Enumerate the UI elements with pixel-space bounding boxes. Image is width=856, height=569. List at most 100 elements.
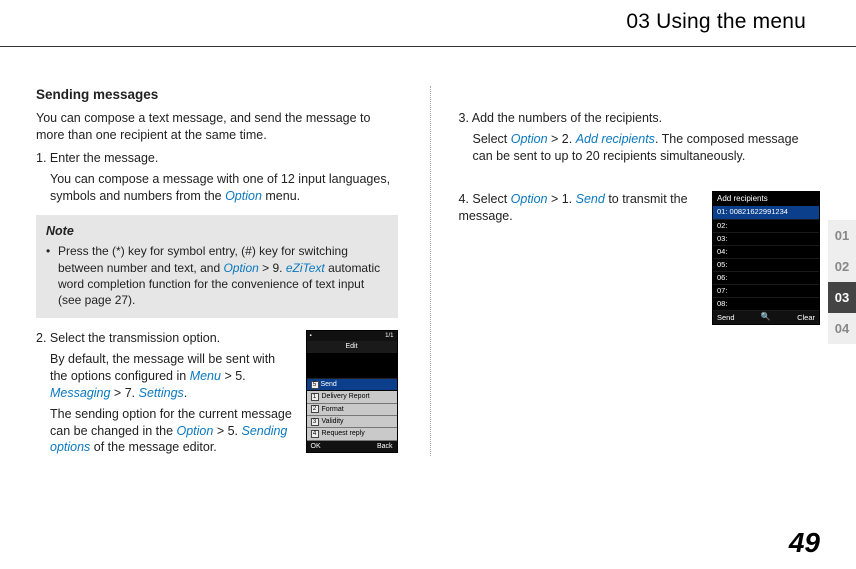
softkey-bar: OK Back (307, 441, 397, 452)
left-column: Sending messages You can compose a text … (36, 86, 402, 456)
screenshot-frame: Add recipients 01: 00821622991234 02: 03… (712, 191, 820, 326)
row-index: 04: (717, 247, 727, 256)
recipient-row: 05: (713, 259, 819, 272)
row-index: 02: (717, 221, 727, 230)
text-fragment: > 7. (110, 386, 138, 400)
page-number: 49 (789, 527, 820, 559)
step-1: 1. Enter the message. You can compose a … (36, 150, 398, 205)
menu-label: Delivery Report (322, 392, 370, 401)
step-2-text: 2. Select the transmission option. By de… (36, 330, 296, 456)
softkey-left: Send (717, 313, 735, 323)
row-value: 00821622991234 (730, 207, 788, 216)
text-fragment: > 5. (221, 369, 246, 383)
row-index: 08: (717, 299, 727, 308)
menu-label: Validity (322, 417, 344, 426)
step-text: Add the numbers of the recipients. (472, 111, 662, 125)
menu-label: Request reply (322, 429, 365, 438)
intro-text: You can compose a text message, and send… (36, 110, 398, 144)
menu-number-box: 2 (311, 405, 319, 413)
menu-ref-option: Option (511, 192, 548, 206)
recipient-row: 04: (713, 246, 819, 259)
recipient-row: 03: (713, 233, 819, 246)
step-number: 3. (459, 111, 469, 125)
menu-ref-ezitext: eZiText (286, 261, 325, 275)
row-index: 03: (717, 234, 727, 243)
menu-number-box: 1 (311, 393, 319, 401)
note-body: Press the (*) key for symbol entry, (#) … (46, 243, 388, 308)
step-4: 4. Select Option > 1. Send to transmit t… (459, 191, 703, 225)
text-fragment: > 5. (213, 424, 241, 438)
step-detail: The sending option for the current messa… (50, 406, 296, 457)
step-text: Select the transmission option. (50, 331, 220, 345)
section-title: Sending messages (36, 86, 398, 104)
menu-ref-menu: Menu (190, 369, 221, 383)
note-title: Note (46, 223, 388, 240)
softkey-right: Clear (797, 313, 815, 323)
menu-label: Format (322, 405, 344, 414)
chapter-tab-02[interactable]: 02 (828, 251, 856, 282)
status-bar: ▪ 1/1 (307, 331, 397, 341)
chapter-tab-01[interactable]: 01 (828, 220, 856, 251)
menu-item-highlight: 5 Send (307, 379, 397, 391)
menu-ref-settings: Settings (139, 386, 184, 400)
step-3: 3. Add the numbers of the recipients. Se… (459, 110, 821, 165)
menu-number-box: 3 (311, 418, 319, 426)
horizontal-rule (0, 46, 856, 47)
step-4-row: 4. Select Option > 1. Send to transmit t… (459, 191, 821, 326)
menu-ref-option: Option (223, 261, 258, 275)
row-index: 05: (717, 260, 727, 269)
menu-item: 3Validity (307, 416, 397, 428)
chapter-tab-03[interactable]: 03 (828, 282, 856, 313)
recipient-row: 08: (713, 298, 819, 311)
menu-number-box: 5 (311, 381, 319, 389)
screenshot-frame: ▪ 1/1 Edit 5 Send 1Delivery Report 2Form… (306, 330, 398, 453)
step-number: 2. (36, 331, 46, 345)
step-text: Enter the message. (50, 151, 158, 165)
step-number: 4. (459, 192, 469, 206)
step-2: 2. Select the transmission option. (36, 330, 296, 347)
right-column: 3. Add the numbers of the recipients. Se… (430, 86, 821, 456)
chapter-header: 03 Using the menu (36, 0, 820, 42)
text-fragment: Select (473, 132, 511, 146)
row-index: 01: (717, 207, 727, 216)
step-2-row: 2. Select the transmission option. By de… (36, 330, 398, 456)
search-icon: 🔍 (761, 312, 771, 323)
softkey-bar: Send 🔍 Clear (713, 311, 819, 324)
step-detail: By default, the message will be sent wit… (50, 351, 296, 402)
softkey-right: Back (377, 442, 393, 451)
softkey-left: OK (311, 442, 321, 451)
note-box: Note Press the (*) key for symbol entry,… (36, 215, 398, 319)
screen-title: Edit (307, 341, 397, 352)
text-fragment: > 1. (547, 192, 575, 206)
phone-screenshot-recipients: Add recipients 01: 00821622991234 02: 03… (712, 191, 820, 326)
menu-ref-messaging: Messaging (50, 386, 110, 400)
menu-ref-option: Option (177, 424, 214, 438)
content-columns: Sending messages You can compose a text … (36, 86, 820, 456)
text-fragment: . (184, 386, 187, 400)
menu-ref-add-recipients: Add recipients (576, 132, 655, 146)
step-detail: Select Option > 2. Add recipients. The c… (473, 131, 821, 165)
text-fragment: > 2. (548, 132, 576, 146)
text-fragment: You can compose a message with one of 12… (50, 172, 390, 203)
manual-page: 03 Using the menu Sending messages You c… (0, 0, 856, 569)
menu-number-box: 4 (311, 430, 319, 438)
step-detail: You can compose a message with one of 12… (50, 171, 398, 205)
page-indicator: 1/1 (385, 332, 393, 340)
steps-list-left: 1. Enter the message. You can compose a … (36, 150, 398, 205)
recipient-row: 01: 00821622991234 (713, 206, 819, 219)
phone-screenshot-edit: ▪ 1/1 Edit 5 Send 1Delivery Report 2Form… (306, 330, 398, 453)
menu-item: 4Request reply (307, 428, 397, 440)
text-fragment: Select (472, 192, 510, 206)
screen-title: Add recipients (713, 192, 819, 207)
menu-item: 1Delivery Report (307, 391, 397, 403)
text-fragment: menu. (262, 189, 300, 203)
text-fragment: of the message editor. (90, 440, 216, 454)
menu-ref-option: Option (225, 189, 262, 203)
chapter-tab-04[interactable]: 04 (828, 313, 856, 344)
step-number: 1. (36, 151, 46, 165)
menu-ref-send: Send (576, 192, 605, 206)
row-index: 07: (717, 286, 727, 295)
menu-label: Send (320, 381, 336, 388)
menu-item: 2Format (307, 404, 397, 416)
status-icon: ▪ (310, 332, 312, 340)
